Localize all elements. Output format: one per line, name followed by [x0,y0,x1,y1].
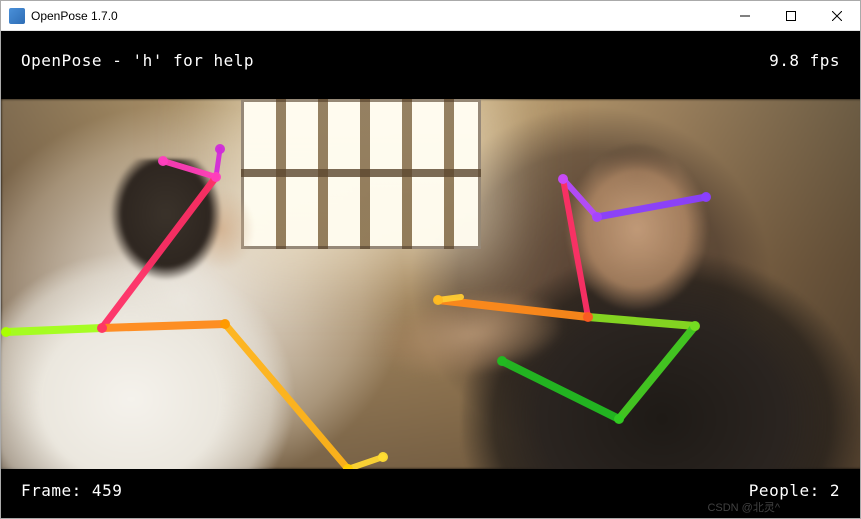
window-title: OpenPose 1.7.0 [31,9,722,23]
video-frame [1,99,860,469]
app-icon [9,8,25,24]
hud-help-text: OpenPose - 'h' for help [21,51,254,70]
maximize-button[interactable] [768,1,814,30]
close-icon [832,11,842,21]
app-window: OpenPose 1.7.0 OpenPose - 'h' for help 9… [0,0,861,519]
window-controls [722,1,860,30]
minimize-button[interactable] [722,1,768,30]
hud-fps: 9.8 fps [769,51,840,70]
watermark-text: CSDN @北灵^ [707,499,780,515]
titlebar[interactable]: OpenPose 1.7.0 [1,1,860,31]
video-viewport: OpenPose - 'h' for help 9.8 fps Frame: 4… [1,31,860,518]
close-button[interactable] [814,1,860,30]
maximize-icon [786,11,796,21]
hud-people: People: 2 [749,481,840,500]
person-left-silhouette [1,159,341,469]
hud-frame: Frame: 459 [21,481,122,500]
minimize-icon [740,11,750,21]
